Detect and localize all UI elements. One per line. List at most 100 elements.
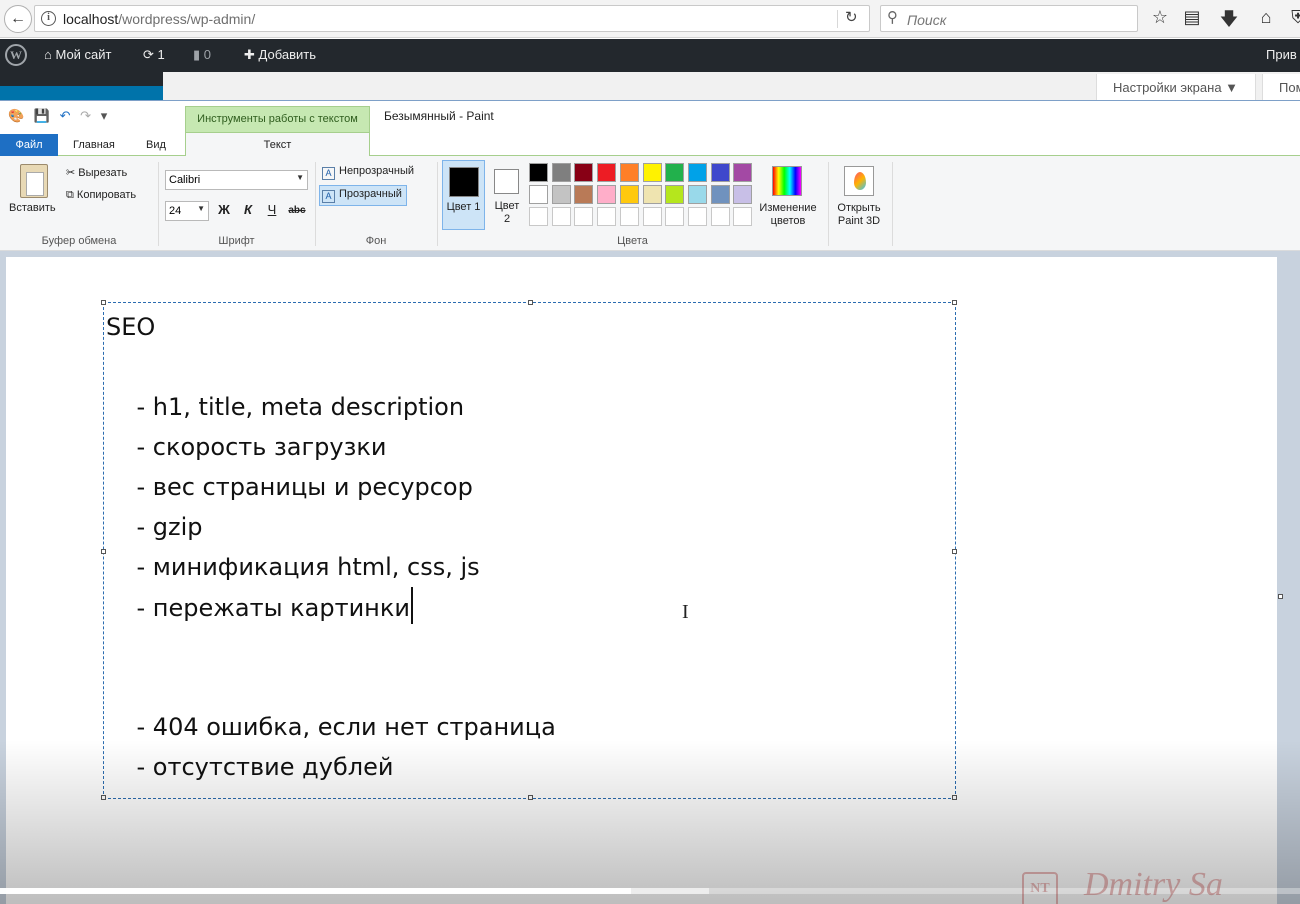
palette-swatch[interactable] [597,163,617,182]
palette-swatch[interactable] [551,185,571,204]
back-arrow-icon[interactable]: ← [4,5,32,33]
palette-swatch[interactable] [733,207,753,226]
palette-swatch[interactable] [733,163,753,182]
color-2-swatch [494,169,519,194]
palette-swatch[interactable] [710,163,730,182]
strikethrough-button[interactable]: abc [286,205,308,216]
screen-options-button[interactable]: Настройки экрана ▼ [1096,74,1256,102]
clipboard-icon[interactable] [20,164,48,198]
reading-list-icon[interactable]: ▤ [1181,7,1203,28]
palette-swatch[interactable] [687,163,707,182]
help-button[interactable]: Пом [1262,74,1300,102]
palette-swatch[interactable] [642,207,662,226]
wp-admin-sidebar [0,72,163,102]
url-host: localhost [63,11,119,27]
drawing-canvas[interactable]: SEO - h1, title, meta description - скор… [6,257,1277,904]
resize-handle[interactable] [101,300,106,305]
paint3d-icon[interactable] [844,166,874,196]
canvas-resize-handle[interactable] [1278,594,1283,599]
bookmark-star-icon[interactable]: ☆ [1149,7,1171,28]
group-divider [158,162,159,246]
font-size-select[interactable]: 24 ▼ [165,201,209,221]
group-divider [315,162,316,246]
paint-app-icon[interactable]: 🎨 [8,108,24,123]
palette-swatch[interactable] [551,207,571,226]
copy-button[interactable]: ⧉ Копировать [66,189,136,202]
tab-text[interactable]: Текст [185,132,370,157]
url-text[interactable]: localhost/wordpress/wp-admin/ [63,11,255,27]
tab-file[interactable]: Файл [0,134,58,156]
undo-icon[interactable]: ↶ [60,108,71,123]
save-icon[interactable]: 💾 [34,108,50,123]
add-new-link[interactable]: ✚ Добавить [244,47,316,63]
edit-colors-icon[interactable] [772,166,802,196]
address-bar[interactable]: i localhost/wordpress/wp-admin/ ↻ [34,5,870,32]
palette-swatch[interactable] [619,207,639,226]
resize-handle[interactable] [528,300,533,305]
palette-swatch[interactable] [642,185,662,204]
text-line: - h1, title, meta description [106,393,465,421]
comments-link[interactable]: ▮ 0 [193,47,211,63]
palette-swatch[interactable] [733,185,753,204]
resize-handle[interactable] [101,795,106,800]
font-family-select[interactable]: Calibri ▼ [165,170,308,190]
palette-swatch[interactable] [574,185,594,204]
font-size-value: 24 [169,205,182,217]
color-2-button[interactable]: Цвет 2 [491,160,523,230]
text-line: - отсутствие дублей [106,753,394,781]
wordpress-logo-icon[interactable]: W [5,44,27,66]
palette-swatch[interactable] [710,207,730,226]
cut-label: Вырезать [78,167,128,179]
bold-button[interactable]: Ж [215,202,233,217]
search-placeholder: Поиск [907,12,947,28]
palette-swatch[interactable] [529,163,548,182]
cut-button[interactable]: ✂ Вырезать [66,166,127,179]
resize-handle[interactable] [952,300,957,305]
reload-icon[interactable]: ↻ [845,8,858,26]
tab-home[interactable]: Главная [73,139,115,151]
redo-icon[interactable]: ↷ [80,108,91,123]
quick-access-toolbar: 🎨 💾 ↶ ↷ ▾ [8,108,113,124]
palette-swatch[interactable] [597,185,617,204]
site-info-icon[interactable]: i [41,11,56,26]
updates-link[interactable]: ⟳ 1 [143,47,165,63]
edit-colors-button[interactable]: Изменение цветов [757,202,819,228]
open-paint3d-button[interactable]: Открыть Paint 3D [831,202,887,228]
palette-swatch[interactable] [665,163,685,182]
palette-swatch[interactable] [574,163,594,182]
tab-view[interactable]: Вид [146,139,166,151]
resize-handle[interactable] [952,795,957,800]
resize-handle[interactable] [952,549,957,554]
palette-swatch[interactable] [665,185,685,204]
resize-handle[interactable] [528,795,533,800]
customize-toolbar-icon[interactable]: ▾ [101,108,108,123]
palette-swatch[interactable] [665,207,685,226]
palette-swatch[interactable] [687,185,707,204]
palette-swatch[interactable] [574,207,594,226]
text-line [106,627,556,667]
add-new-label: Добавить [258,47,316,62]
search-bar[interactable]: ⚲ Поиск [880,5,1138,32]
palette-swatch[interactable] [687,207,707,226]
italic-button[interactable]: К [239,202,257,217]
palette-swatch[interactable] [551,163,571,182]
palette-swatch[interactable] [529,207,548,226]
group-divider [437,162,438,246]
palette-swatch[interactable] [619,163,639,182]
opaque-option[interactable]: A Непрозрачный [320,163,418,182]
greeting-link[interactable]: Прив [1266,47,1297,62]
palette-swatch[interactable] [529,185,548,204]
paste-button[interactable]: Вставить [9,202,56,214]
palette-swatch[interactable] [619,185,639,204]
transparent-option[interactable]: A Прозрачный [319,185,407,206]
palette-swatch[interactable] [642,163,662,182]
palette-swatch[interactable] [597,207,617,226]
text-content[interactable]: SEO - h1, title, meta description - скор… [106,307,556,787]
palette-swatch[interactable] [710,185,730,204]
shield-icon[interactable]: ⛨ [1287,7,1300,28]
download-icon[interactable]: 🡇 [1218,7,1240,37]
my-site-link[interactable]: ⌂ Мой сайт [44,47,112,62]
color-1-button[interactable]: Цвет 1 [442,160,485,230]
home-icon[interactable]: ⌂ [1255,7,1277,28]
underline-button[interactable]: Ч [263,202,281,217]
